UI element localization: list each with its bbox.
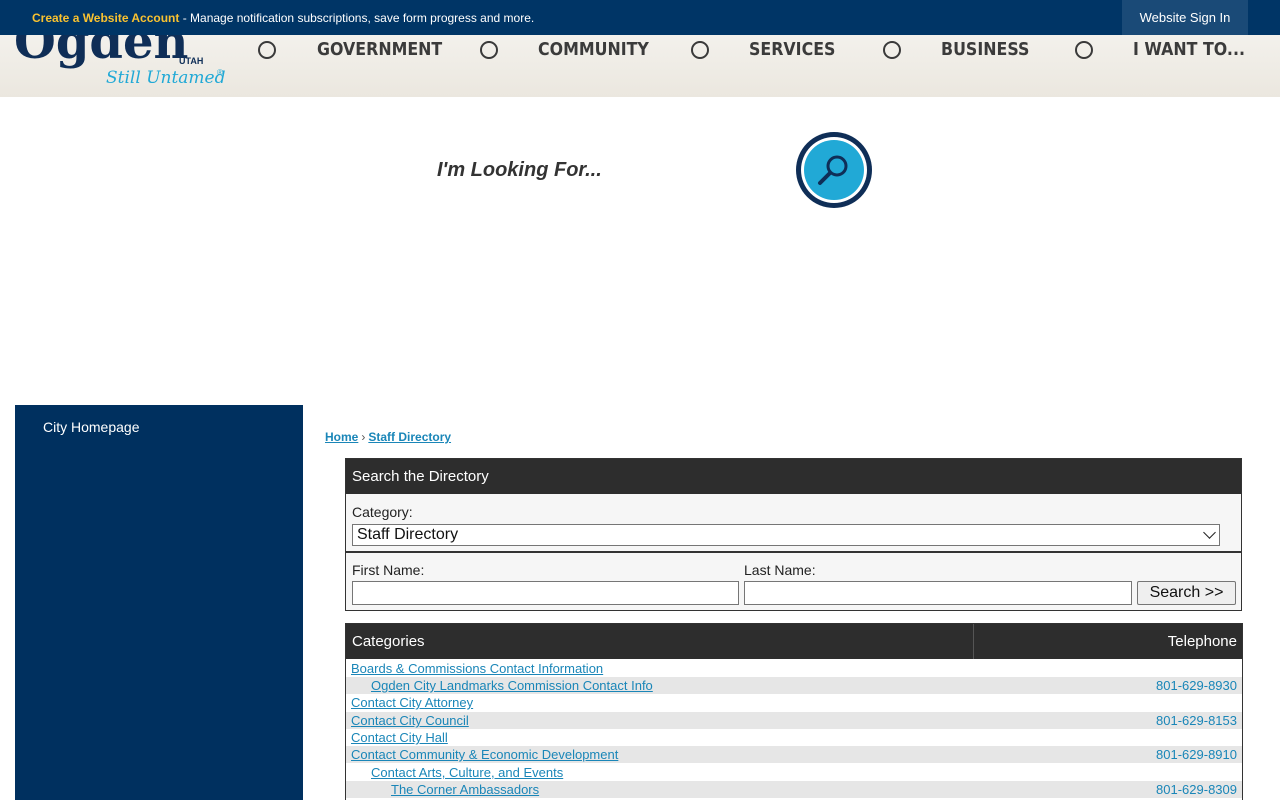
chevron-down-icon bbox=[1203, 526, 1216, 539]
category-link[interactable]: Contact Community & Economic Development bbox=[351, 746, 618, 763]
sidebar-item-city-homepage[interactable]: City Homepage bbox=[43, 419, 140, 435]
categories-table: Categories Telephone Boards & Commission… bbox=[345, 623, 1243, 800]
directory-search-button[interactable]: Search >> bbox=[1137, 581, 1236, 605]
breadcrumb-home[interactable]: Home bbox=[325, 430, 358, 444]
table-row: Contact Community & Economic Development… bbox=[346, 746, 1242, 763]
create-account-link[interactable]: Create a Website Account bbox=[32, 11, 179, 25]
category-select[interactable]: Staff Directory bbox=[352, 524, 1220, 546]
account-notice-text: - Manage notification subscriptions, sav… bbox=[179, 11, 535, 25]
search-button[interactable] bbox=[796, 132, 872, 208]
table-row: Contact City Attorney bbox=[346, 694, 1242, 711]
nav-circle-icon bbox=[1075, 41, 1093, 59]
top-notification-bar: Create a Website Account - Manage notifi… bbox=[0, 0, 1280, 35]
sidebar: City Homepage bbox=[15, 405, 303, 800]
account-notice: Create a Website Account - Manage notifi… bbox=[32, 11, 534, 25]
website-sign-in-button[interactable]: Website Sign In bbox=[1122, 0, 1248, 35]
table-row: Contact City Council 801-629-8153 bbox=[346, 712, 1242, 729]
telephone: 801-629-8153 bbox=[1156, 713, 1237, 728]
table-row: Contact City Hall bbox=[346, 729, 1242, 746]
last-name-input[interactable] bbox=[744, 581, 1132, 605]
category-select-value: Staff Directory bbox=[357, 526, 459, 543]
category-link[interactable]: The Corner Ambassadors bbox=[391, 781, 539, 798]
nav-circle-icon bbox=[480, 41, 498, 59]
nav-circle-icon bbox=[691, 41, 709, 59]
search-prompt[interactable]: I'm Looking For... bbox=[437, 159, 602, 182]
category-label: Category: bbox=[352, 504, 413, 520]
directory-search-panel: Search the Directory Category: Staff Dir… bbox=[345, 458, 1242, 611]
logo-tagline: Still Untamed bbox=[106, 68, 226, 88]
telephone: 801-629-8309 bbox=[1156, 782, 1237, 797]
svg-text:®: ® bbox=[217, 68, 223, 77]
table-row: The Corner Ambassadors 801-629-8309 bbox=[346, 781, 1242, 798]
nav-label: SERVICES bbox=[749, 39, 836, 60]
first-name-label: First Name: bbox=[352, 562, 425, 578]
breadcrumb: Home › Staff Directory bbox=[325, 430, 451, 444]
last-name-label: Last Name: bbox=[744, 562, 816, 578]
table-row: Boards & Commissions Contact Information bbox=[346, 660, 1242, 677]
category-link[interactable]: Contact City Council bbox=[351, 712, 469, 729]
category-link[interactable]: Ogden City Landmarks Commission Contact … bbox=[371, 677, 653, 694]
main-nav: GOVERNMENT COMMUNITY SERVICES BUSINESS I… bbox=[0, 35, 1280, 65]
panel-title: Search the Directory bbox=[346, 459, 1241, 494]
category-link[interactable]: Contact City Hall bbox=[351, 729, 448, 746]
nav-label: COMMUNITY bbox=[538, 39, 649, 60]
nav-circle-icon bbox=[258, 41, 276, 59]
telephone: 801-629-8910 bbox=[1156, 747, 1237, 762]
column-header-telephone: Telephone bbox=[974, 624, 1242, 659]
nav-label: BUSINESS bbox=[941, 39, 1030, 60]
category-link[interactable]: Boards & Commissions Contact Information bbox=[351, 660, 603, 677]
telephone: 801-629-8930 bbox=[1156, 678, 1237, 693]
category-link[interactable]: Contact City Attorney bbox=[351, 694, 473, 711]
nav-circle-icon bbox=[883, 41, 901, 59]
category-link[interactable]: Contact Arts, Culture, and Events bbox=[371, 764, 563, 781]
nav-label: I WANT TO... bbox=[1133, 39, 1245, 60]
first-name-input[interactable] bbox=[352, 581, 739, 605]
breadcrumb-staff-directory[interactable]: Staff Directory bbox=[368, 430, 451, 444]
table-row: Ogden City Landmarks Commission Contact … bbox=[346, 677, 1242, 694]
column-header-categories: Categories bbox=[346, 624, 973, 659]
table-row: Contact Arts, Culture, and Events bbox=[346, 764, 1242, 781]
nav-label: GOVERNMENT bbox=[317, 39, 443, 60]
breadcrumb-separator: › bbox=[361, 430, 366, 444]
magnifier-icon bbox=[818, 155, 848, 185]
